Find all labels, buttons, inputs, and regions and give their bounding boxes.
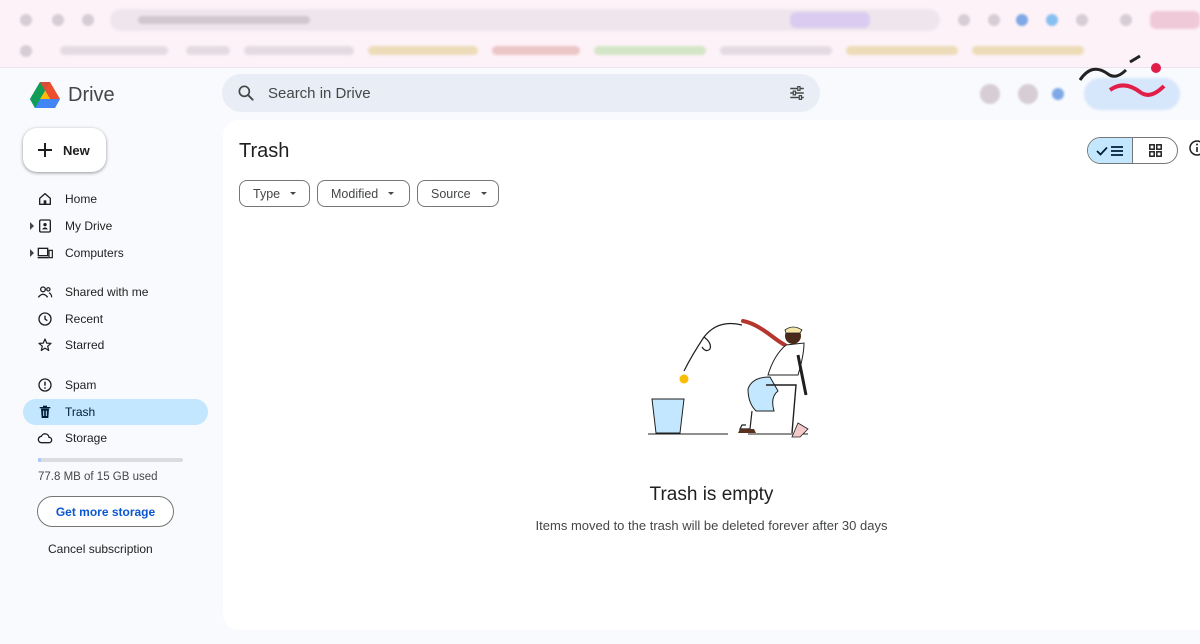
settings-icon[interactable] <box>1018 84 1038 104</box>
address-text <box>138 16 310 24</box>
bookmark[interactable] <box>368 46 478 55</box>
sidebar-item-label: Computers <box>65 246 124 260</box>
sidebar-item-label: My Drive <box>65 219 113 233</box>
sidebar-item-shared[interactable]: Shared with me <box>23 279 208 305</box>
extension-icon[interactable] <box>958 14 970 26</box>
home-icon <box>39 193 51 205</box>
filter-type-chip[interactable]: Type <box>239 180 310 207</box>
bookmark[interactable] <box>244 46 354 55</box>
forward-icon[interactable] <box>52 14 64 26</box>
expand-arrow-icon[interactable] <box>30 249 34 257</box>
grid-view-button[interactable] <box>1133 138 1177 163</box>
plus-icon <box>38 143 52 157</box>
sidebar-item-label: Storage <box>65 431 108 445</box>
storage-usage-text: 77.8 MB of 15 GB used <box>38 471 158 483</box>
drive-logo[interactable]: Drive <box>30 80 115 110</box>
main-content: Trash Type Modified Source Trash is empt… <box>223 120 1200 630</box>
extension-icon[interactable] <box>988 14 1000 26</box>
filter-label: Modified <box>331 186 379 201</box>
empty-state-title: Trash is empty <box>649 484 774 505</box>
sidebar-item-recent[interactable]: Recent <box>23 306 208 332</box>
my-drive-icon <box>39 219 51 233</box>
storage-progress-bar <box>38 458 183 462</box>
empty-state-subtitle: Items moved to the trash will be deleted… <box>535 518 888 533</box>
header-actions <box>980 54 1200 112</box>
sidebar-item-label: Recent <box>65 312 104 326</box>
bookmark[interactable] <box>60 46 168 55</box>
sidebar-item-storage[interactable]: Storage <box>23 425 208 451</box>
search-options-icon[interactable] <box>788 84 806 102</box>
back-icon[interactable] <box>20 14 32 26</box>
computers-icon <box>37 247 53 259</box>
extension-icon[interactable] <box>1016 14 1028 26</box>
cloud-icon <box>37 433 53 444</box>
browser-chrome <box>0 0 1200 68</box>
shared-icon <box>37 286 53 298</box>
filter-label: Type <box>253 186 281 201</box>
bookmark[interactable] <box>492 46 580 55</box>
trash-icon <box>39 405 51 418</box>
chrome-chip[interactable] <box>790 12 870 28</box>
info-icon[interactable] <box>1189 140 1200 156</box>
spam-icon <box>38 378 52 392</box>
filter-source-chip[interactable]: Source <box>417 180 499 207</box>
watermark-logo <box>1070 50 1180 118</box>
filter-modified-chip[interactable]: Modified <box>317 180 410 207</box>
checked-list-icon <box>1096 145 1123 156</box>
search-icon[interactable] <box>236 83 256 103</box>
sidebar-item-spam[interactable]: Spam <box>23 372 208 398</box>
expand-arrow-icon[interactable] <box>30 222 34 230</box>
help-icon[interactable] <box>980 84 1000 104</box>
bookmark[interactable] <box>972 46 1084 55</box>
sidebar-item-my-drive[interactable]: My Drive <box>23 213 208 239</box>
drive-logo-icon <box>30 82 60 108</box>
get-more-storage-button[interactable]: Get more storage <box>37 496 174 527</box>
sidebar-item-label: Home <box>65 192 98 206</box>
extension-icon[interactable] <box>1076 14 1088 26</box>
search-input[interactable] <box>268 82 748 104</box>
bookmark[interactable] <box>720 46 832 55</box>
view-toggle <box>1087 137 1178 164</box>
new-button[interactable]: New <box>23 128 106 172</box>
bookmark[interactable] <box>186 46 230 55</box>
empty-trash-illustration <box>648 319 809 438</box>
sidebar-item-label: Shared with me <box>65 285 149 299</box>
bookmarks-bar <box>0 38 1200 64</box>
search-bar[interactable] <box>222 74 820 112</box>
star-icon <box>38 338 52 352</box>
sidebar-item-label: Trash <box>65 405 96 419</box>
page-title: Trash <box>239 140 290 162</box>
profile-icon[interactable] <box>1120 14 1132 26</box>
profile-chip[interactable] <box>1150 11 1200 29</box>
dropdown-arrow-icon <box>388 192 395 195</box>
recent-icon <box>38 312 52 326</box>
extension-icon[interactable] <box>1046 14 1058 26</box>
sidebar-item-label: Starred <box>65 338 105 352</box>
bookmark[interactable] <box>594 46 706 55</box>
app-name: Drive <box>68 83 115 106</box>
dropdown-arrow-icon <box>290 192 297 195</box>
browser-toolbar <box>0 6 1200 36</box>
cancel-subscription-link[interactable]: Cancel subscription <box>48 542 153 556</box>
bookmark[interactable] <box>846 46 958 55</box>
drive-app: Drive Search in Drive New Home My Drive … <box>10 54 1200 644</box>
sidebar-item-computers[interactable]: Computers <box>23 240 208 266</box>
watermark-mark <box>1078 54 1166 97</box>
sidebar-item-label: Spam <box>65 378 97 392</box>
dropdown-arrow-icon <box>480 192 487 195</box>
list-view-button[interactable] <box>1088 138 1133 163</box>
reload-icon[interactable] <box>82 14 94 26</box>
apps-icon[interactable] <box>20 45 32 57</box>
gemini-icon[interactable] <box>1052 88 1064 100</box>
sidebar-item-home[interactable]: Home <box>23 186 208 212</box>
sidebar-item-trash[interactable]: Trash <box>23 399 208 425</box>
sidebar-item-starred[interactable]: Starred <box>23 332 208 358</box>
filter-label: Source <box>431 186 471 201</box>
new-button-label: New <box>63 142 90 158</box>
grid-icon <box>1148 144 1162 157</box>
storage-progress-fill <box>38 458 41 462</box>
